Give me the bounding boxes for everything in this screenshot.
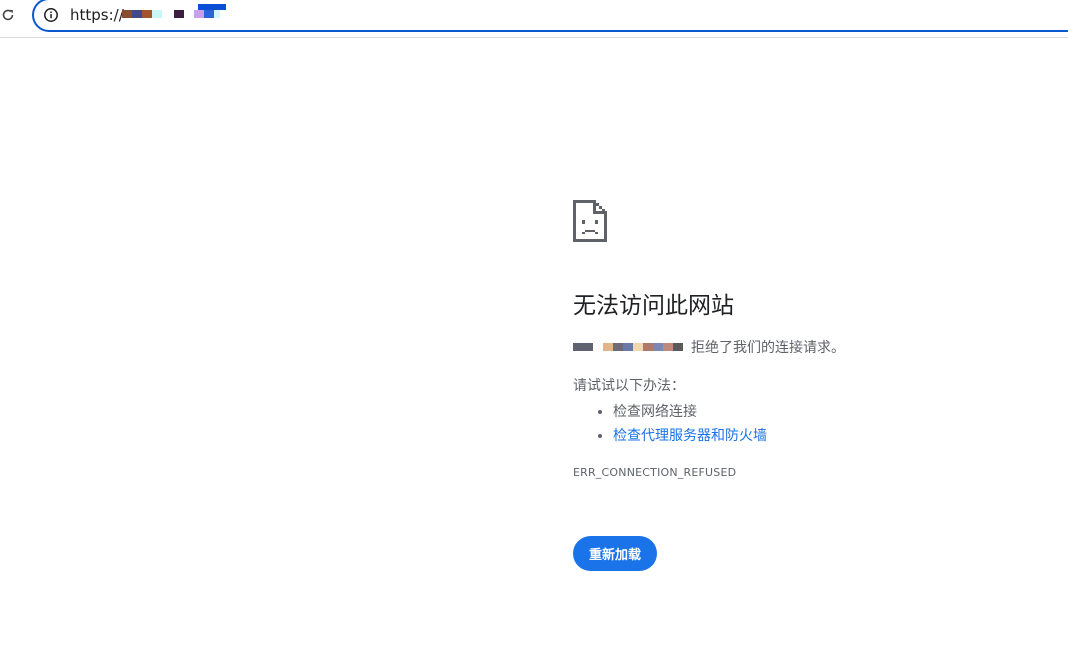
browser-toolbar: https:// [0,0,1068,38]
description-text: 拒绝了我们的连接请求。 [691,340,845,356]
redacted-url [122,4,226,18]
suggestions-list: 检查网络连接 检查代理服务器和防火墙 [573,400,767,448]
sad-page-icon [573,200,607,242]
info-icon[interactable] [43,7,59,23]
redacted-hostname [573,343,683,351]
url-prefix: https:// [70,6,124,24]
suggestions-title: 请试试以下办法： [573,378,685,394]
error-description: 拒绝了我们的连接请求。 [573,338,845,358]
list-item: 检查网络连接 [613,400,767,424]
suggestion-check-network: 检查网络连接 [613,404,697,420]
suggestion-check-proxy-link[interactable]: 检查代理服务器和防火墙 [613,428,767,444]
error-code: ERR_CONNECTION_REFUSED [573,466,737,479]
address-bar[interactable]: https:// [32,0,1068,32]
reload-icon[interactable] [0,6,16,24]
reload-button[interactable]: 重新加载 [573,536,658,571]
error-title: 无法访问此网站 [573,293,734,319]
list-item: 检查代理服务器和防火墙 [613,424,767,448]
